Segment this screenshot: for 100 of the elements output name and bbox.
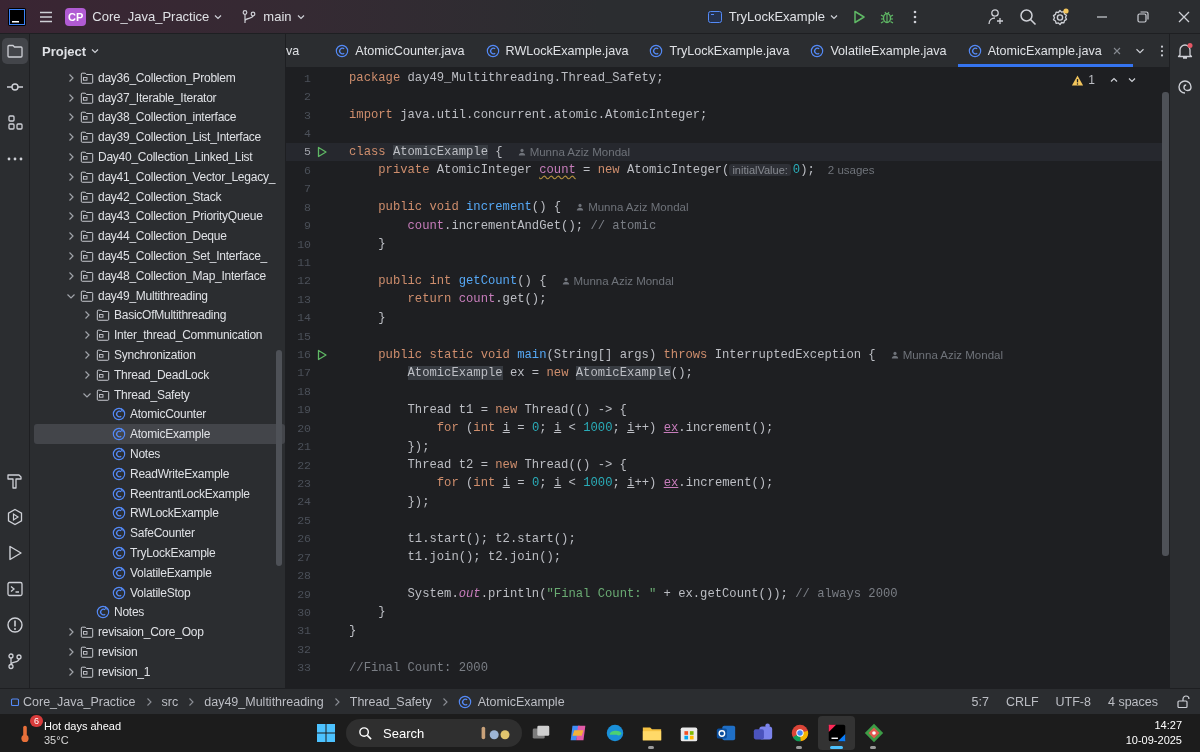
chevron-icon[interactable]	[82, 369, 92, 380]
settings-icon[interactable]	[1051, 7, 1069, 26]
tree-row[interactable]: Notes	[34, 602, 285, 623]
tree-row[interactable]: AtomicExample	[34, 424, 285, 445]
chevron-icon[interactable]	[66, 627, 76, 638]
chevron-icon[interactable]	[66, 191, 76, 202]
tree-row[interactable]: Day40_Collection_Linked_List	[34, 147, 285, 167]
tree-row[interactable]: day41_Collection_Vector_Legacy_	[34, 167, 285, 187]
chevron-icon[interactable]	[66, 152, 76, 163]
tree-row[interactable]: day36_Collection_Problem	[34, 68, 285, 88]
file-encoding[interactable]: UTF-8	[1055, 694, 1091, 709]
breadcrumb-item[interactable]: Thread_Safety	[349, 694, 432, 709]
chevron-down-icon[interactable]	[1127, 75, 1137, 85]
code-text: t1.join(); t2.join();	[406, 550, 562, 565]
code-text: public void increment() {	[377, 200, 562, 215]
run-icon[interactable]	[316, 145, 328, 158]
ai-assistant-icon[interactable]	[1176, 78, 1194, 96]
chevron-icon[interactable]	[82, 330, 92, 341]
windows-start-icon[interactable]	[316, 723, 336, 743]
chevron-icon[interactable]	[66, 92, 76, 103]
tree-row[interactable]: VolatileExample	[34, 562, 285, 583]
editor-tab[interactable]: va	[286, 34, 322, 67]
chevron-icon[interactable]	[66, 251, 76, 262]
editor-tab[interactable]: RWLockExample.java	[475, 34, 640, 67]
tree-row[interactable]: day48_Collection_Map_Interface	[34, 265, 285, 286]
close-icon[interactable]	[1111, 45, 1122, 56]
tree-row[interactable]: Notes	[34, 444, 285, 464]
project-switcher[interactable]: Core_Java_Practice	[92, 9, 224, 24]
project-view-selector[interactable]: Project	[42, 43, 101, 59]
scrollbar-thumb[interactable]	[276, 350, 282, 566]
restore-icon[interactable]	[1135, 8, 1151, 25]
chevron-icon[interactable]	[82, 350, 92, 361]
chevron-icon[interactable]	[66, 112, 76, 123]
breadcrumb-item[interactable]: Core_Java_Practice	[23, 694, 136, 709]
clock-date[interactable]: 10-09-2025	[1125, 733, 1182, 748]
tree-row[interactable]: day44_Collection_Deque	[34, 226, 285, 247]
tree-row[interactable]: Inter_thread_Communication	[34, 325, 285, 346]
run-icon[interactable]	[851, 8, 867, 25]
author-hint[interactable]: Munna Aziz Mondal	[573, 274, 674, 287]
breadcrumb-item[interactable]: AtomicExample	[477, 694, 565, 709]
clock-time[interactable]: 14:27	[1154, 718, 1182, 733]
lock-icon[interactable]	[1176, 694, 1190, 709]
tree-row[interactable]: VolatileStop	[34, 582, 285, 603]
tree-row[interactable]: Thread_DeadLock	[34, 364, 285, 385]
tree-row[interactable]: AtomicCounter	[34, 404, 285, 425]
run-config-selector[interactable]: TryLockExample	[728, 9, 839, 24]
tree-row[interactable]: Thread_Safety	[34, 384, 285, 405]
intellij-app-icon[interactable]	[818, 716, 855, 750]
tree-row[interactable]: revisaion_Core_Oop	[34, 622, 285, 643]
chevron-icon[interactable]	[66, 270, 76, 281]
chevron-icon[interactable]	[66, 72, 76, 83]
tree-row[interactable]: RWLockExample	[34, 503, 285, 524]
search-icon[interactable]	[1019, 7, 1037, 26]
add-user-icon[interactable]	[987, 7, 1005, 26]
warning-icon[interactable]	[1071, 73, 1085, 87]
tree-row[interactable]: day38_Collection_interface	[34, 107, 285, 128]
chevron-icon[interactable]	[82, 310, 92, 321]
tree-row[interactable]: day42_Collection_Stack	[34, 186, 285, 207]
weather-title[interactable]: Hot days ahead	[44, 719, 122, 733]
weather-temperature: 35°C	[44, 733, 70, 747]
tree-row[interactable]: day49_Multithreading	[34, 285, 285, 306]
tree-row[interactable]: TryLockExample	[34, 543, 285, 563]
scrollbar-thumb[interactable]	[1162, 92, 1169, 556]
chevron-icon[interactable]	[66, 647, 76, 657]
editor-tab[interactable]: VolatileExample.java	[800, 34, 958, 67]
tree-row[interactable]: ReentrantLockExample	[34, 483, 285, 504]
breadcrumb-item[interactable]: src	[161, 694, 179, 709]
editor-tab[interactable]: TryLockExample.java	[639, 34, 801, 67]
caret-position[interactable]: 5:7	[971, 694, 989, 709]
run-icon[interactable]	[316, 348, 328, 361]
tree-row[interactable]: day43_Collection_PriorityQueue	[34, 206, 285, 227]
chevron-icon[interactable]	[66, 211, 76, 222]
indent-setting[interactable]: 4 spaces	[1107, 694, 1158, 709]
usages-hint[interactable]: 2 usages	[827, 164, 875, 177]
tree-row[interactable]: day45_Collection_Set_Interface_	[34, 246, 285, 266]
chevron-up-icon[interactable]	[1109, 75, 1119, 85]
editor-tab[interactable]: AtomicCounter.java	[321, 34, 476, 67]
tree-row[interactable]: revision_1	[34, 661, 285, 682]
taskbar-search[interactable]: Search	[346, 719, 522, 747]
author-hint[interactable]: Munna Aziz Mondal	[588, 201, 689, 214]
author-hint[interactable]: Munna Aziz Mondal	[902, 348, 1003, 361]
tree-row[interactable]: day37_Iterable_Iterator	[34, 87, 285, 108]
tree-row[interactable]: revision	[34, 642, 285, 662]
tree-row[interactable]: Synchronization	[34, 345, 285, 365]
app-logo-icon[interactable]	[8, 7, 26, 26]
tree-item-label: day49_Multithreading	[98, 288, 208, 303]
branch-switcher[interactable]: main	[263, 9, 306, 24]
chevron-icon[interactable]	[66, 171, 76, 182]
breadcrumb-item[interactable]: day49_Multithreading	[204, 694, 324, 709]
project-tool-icon[interactable]	[1, 38, 28, 64]
chevron-icon[interactable]	[66, 132, 76, 143]
tree-row[interactable]: SafeCounter	[34, 523, 285, 544]
chevron-icon[interactable]	[66, 666, 76, 677]
line-separator[interactable]: CRLF	[1005, 694, 1039, 709]
tree-row[interactable]: ReadWriteExample	[34, 463, 285, 484]
chevron-icon[interactable]	[66, 231, 76, 242]
tree-row[interactable]: day39_Collection_List_Interface	[34, 127, 285, 148]
folder-icon	[80, 268, 94, 283]
tree-row[interactable]: BasicOfMultithreading	[34, 305, 285, 326]
notifications-icon[interactable]	[1176, 42, 1194, 60]
